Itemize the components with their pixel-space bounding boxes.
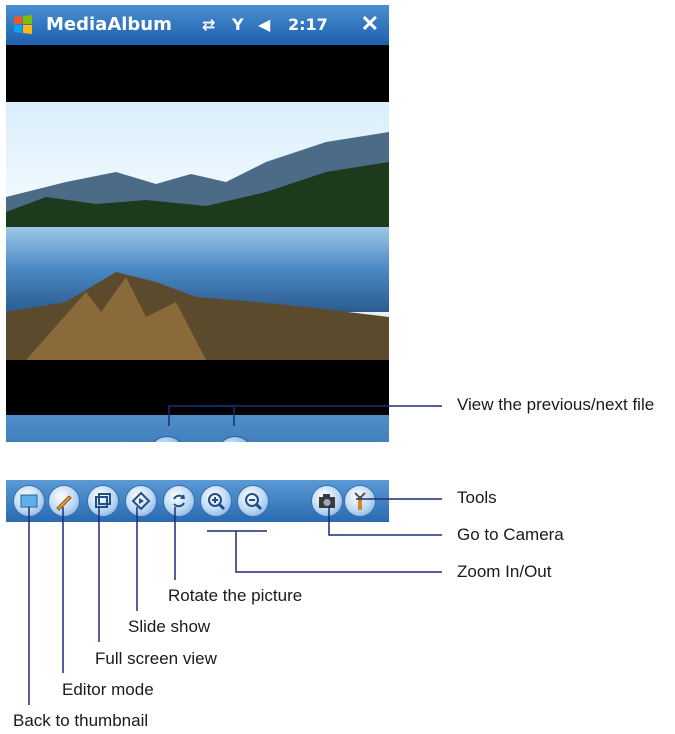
next-icon — [218, 437, 252, 442]
callout-camera: Go to Camera — [457, 525, 564, 544]
thumbnail-button[interactable] — [14, 486, 44, 516]
rotate-icon — [173, 494, 185, 508]
zoom-out-icon — [245, 493, 263, 511]
rotate-button[interactable] — [164, 486, 194, 516]
close-icon[interactable]: ✕ — [361, 11, 379, 37]
camera-icon — [319, 494, 335, 508]
callout-editor: Editor mode — [62, 680, 154, 699]
app-title: MediaAlbum — [46, 14, 172, 35]
photo-viewer[interactable] — [6, 102, 389, 360]
thumbnail-icon — [20, 494, 38, 508]
slide-show-button[interactable] — [126, 486, 156, 516]
zoom-in-button[interactable] — [201, 486, 231, 516]
callout-prev-next: View the previous/next file — [457, 395, 655, 414]
previous-icon — [150, 437, 184, 442]
next-file-button[interactable] — [218, 437, 252, 442]
clock-time[interactable]: 2:17 — [288, 15, 328, 34]
callout-fullscreen: Full screen view — [95, 649, 217, 668]
callout-thumbnail: Back to thumbnail — [13, 711, 149, 730]
bottom-toolbar — [6, 480, 389, 522]
callout-zoom: Zoom In/Out — [457, 562, 552, 581]
tools-button[interactable] — [345, 486, 375, 516]
windows-logo-icon[interactable] — [12, 14, 34, 36]
connectivity-icon[interactable]: ⇄ — [202, 15, 215, 34]
callout-rotate: Rotate the picture — [168, 586, 303, 605]
title-bar: MediaAlbum ⇄ Y ◀ 2:17 ✕ — [6, 5, 389, 45]
previous-file-button[interactable] — [150, 437, 184, 442]
full-screen-button[interactable] — [88, 486, 118, 516]
editor-mode-button[interactable] — [49, 486, 79, 516]
fullscreen-icon — [95, 493, 111, 508]
media-album-window: MediaAlbum ⇄ Y ◀ 2:17 ✕ — [6, 5, 389, 442]
callout-slideshow: Slide show — [128, 617, 211, 636]
callout-tools: Tools — [457, 488, 497, 507]
volume-icon[interactable]: ◀ — [258, 15, 270, 34]
signal-icon[interactable]: Y — [232, 15, 244, 34]
zoom-in-icon — [208, 493, 226, 511]
camera-button[interactable] — [312, 486, 342, 516]
slideshow-icon — [131, 491, 151, 511]
zoom-out-button[interactable] — [238, 486, 268, 516]
tools-icon — [354, 492, 366, 510]
navigation-bar — [6, 415, 389, 442]
edit-icon — [56, 495, 72, 511]
